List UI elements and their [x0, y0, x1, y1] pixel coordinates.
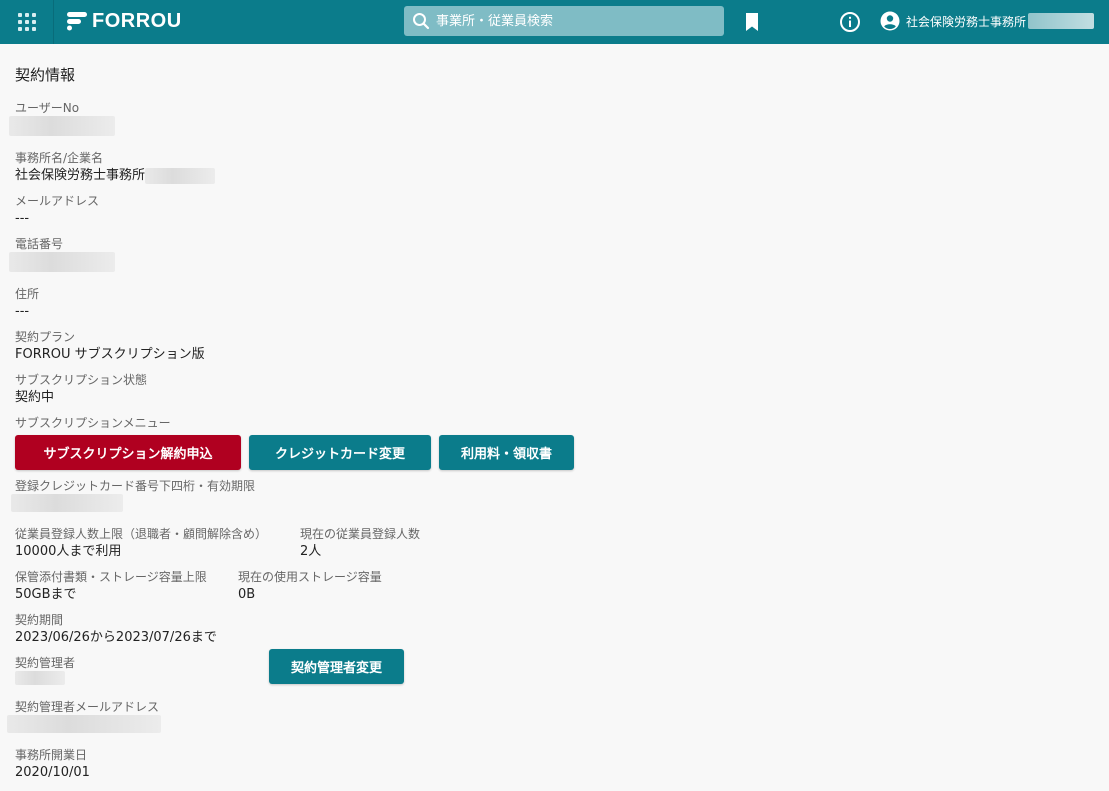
card-info-field: 登録クレジットカード番号下四桁・有効期限: [11, 479, 1095, 518]
page-title: 契約情報: [15, 66, 76, 84]
contract-period-field: 契約期間 2023/06/26から2023/07/26まで: [15, 613, 1095, 647]
account-name: 社会保険労務士事務所: [906, 14, 1027, 29]
storage-used-field: 現在の使用ストレージ容量 0B: [238, 570, 382, 604]
office-name-text: 社会保険労務士事務所: [15, 168, 146, 183]
subscription-status-label: サブスクリプション状態: [15, 373, 148, 387]
address-value: ---: [15, 304, 30, 319]
employee-limit-label: 従業員登録人数上限（退職者・顧問解除含め）: [15, 527, 268, 541]
subscription-status-field: サブスクリプション状態 契約中: [15, 373, 1095, 407]
office-name-value: 社会保険労務士事務所: [15, 166, 1095, 185]
account-circle-icon: [880, 11, 900, 31]
storage-row: 保管添付書類・ストレージ容量上限 50GBまで 現在の使用ストレージ容量 0B: [15, 570, 1095, 604]
apps-menu-button[interactable]: [0, 0, 54, 44]
search-icon: [413, 13, 430, 30]
logo-text: FORROU: [92, 9, 182, 32]
redacted-text: [15, 671, 65, 685]
plan-label: 契約プラン: [15, 330, 76, 344]
fees-receipt-button[interactable]: 利用料・領収書: [439, 435, 574, 470]
email-field: メールアドレス ---: [15, 194, 1095, 228]
storage-used-label: 現在の使用ストレージ容量: [238, 570, 382, 584]
contract-admin-value: [15, 671, 269, 691]
storage-limit-label: 保管添付書類・ストレージ容量上限: [15, 570, 207, 584]
contract-admin-field: 契約管理者: [15, 656, 269, 691]
admin-email-value: [7, 715, 1095, 739]
subscription-menu-buttons: サブスクリプション解約申込 クレジットカード変更 利用料・領収書: [15, 435, 1095, 470]
employee-count-field: 現在の従業員登録人数 2人: [300, 527, 420, 561]
employee-count-value: 2人: [300, 544, 322, 559]
subscription-menu-label: サブスクリプションメニュー: [15, 416, 171, 430]
user-no-value: [9, 116, 1095, 142]
info-icon[interactable]: [839, 11, 861, 33]
phone-label: 電話番号: [15, 237, 64, 251]
employee-limit-value: 10000人まで利用: [15, 544, 122, 559]
employee-count-label: 現在の従業員登録人数: [300, 527, 421, 541]
phone-value: [9, 252, 1095, 278]
redacted-text: [7, 715, 161, 733]
admin-email-field: 契約管理者メールアドレス: [7, 700, 1095, 739]
storage-limit-field: 保管添付書類・ストレージ容量上限 50GBまで: [15, 570, 238, 604]
contract-admin-label: 契約管理者: [15, 656, 76, 670]
storage-limit-value: 50GBまで: [15, 587, 77, 602]
redacted-text: [11, 494, 123, 512]
contract-info-panel: 契約情報 ユーザーNo 事務所名/企業名 社会保険労務士事務所 メールアドレス …: [7, 64, 1095, 791]
address-label: 住所: [15, 287, 40, 301]
employee-row: 従業員登録人数上限（退職者・顧問解除含め） 10000人まで利用 現在の従業員登…: [15, 527, 1095, 561]
cancel-subscription-button[interactable]: サブスクリプション解約申込: [15, 435, 241, 470]
plan-value: FORROU サブスクリプション版: [15, 347, 205, 362]
employee-limit-field: 従業員登録人数上限（退職者・顧問解除含め） 10000人まで利用: [15, 527, 300, 561]
card-info-label: 登録クレジットカード番号下四桁・有効期限: [15, 479, 256, 493]
card-info-value: [11, 494, 1095, 518]
address-field: 住所 ---: [15, 287, 1095, 321]
plan-field: 契約プラン FORROU サブスクリプション版: [15, 330, 1095, 364]
contract-admin-row: 契約管理者 契約管理者変更: [15, 649, 1095, 691]
top-app-bar: FORROU 社会保険労務士事務所: [0, 0, 1109, 44]
email-label: メールアドレス: [15, 194, 100, 208]
phone-field: 電話番号: [9, 237, 1095, 278]
forrou-logo-icon: [67, 12, 87, 31]
office-name-field: 事務所名/企業名 社会保険労務士事務所: [15, 151, 1095, 185]
search-box[interactable]: [404, 6, 724, 36]
change-contract-admin-button[interactable]: 契約管理者変更: [269, 649, 404, 684]
contract-period-label: 契約期間: [15, 613, 64, 627]
user-no-field: ユーザーNo: [9, 101, 1095, 142]
search-input[interactable]: [436, 13, 706, 29]
contract-period-value: 2023/06/26から2023/07/26まで: [15, 630, 217, 645]
storage-used-value: 0B: [238, 587, 256, 602]
app-logo[interactable]: FORROU: [66, 10, 182, 32]
change-credit-card-button[interactable]: クレジットカード変更: [249, 435, 431, 470]
redacted-text: [9, 252, 115, 272]
office-name-label: 事務所名/企業名: [15, 151, 104, 165]
redacted-text: [145, 167, 216, 184]
redacted-text: [1028, 13, 1095, 29]
admin-email-label: 契約管理者メールアドレス: [15, 700, 160, 714]
account-menu[interactable]: 社会保険労務士事務所: [880, 11, 1095, 31]
opening-date-value: 2020/10/01: [15, 765, 90, 780]
email-value: ---: [15, 211, 30, 226]
user-no-label: ユーザーNo: [15, 101, 80, 115]
redacted-text: [9, 116, 115, 136]
apps-grid-icon: [17, 13, 36, 31]
subscription-menu-field: サブスクリプションメニュー サブスクリプション解約申込 クレジットカード変更 利…: [15, 416, 1095, 470]
subscription-status-value: 契約中: [15, 390, 55, 405]
bookmark-icon[interactable]: [744, 12, 760, 32]
opening-date-label: 事務所開業日: [15, 748, 88, 762]
